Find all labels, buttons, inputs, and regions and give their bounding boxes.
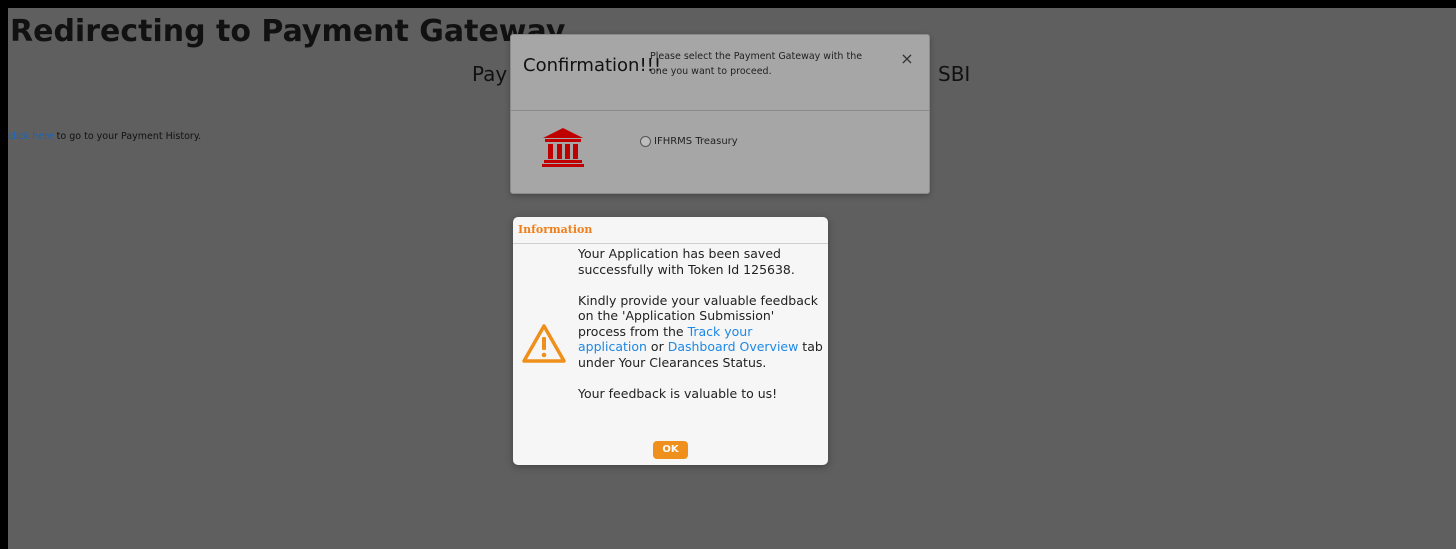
payment-history-link[interactable]: click here bbox=[8, 131, 54, 142]
subtitle-right: SBI bbox=[938, 62, 971, 86]
confirmation-header: Confirmation!!! Please select the Paymen… bbox=[511, 35, 929, 111]
saved-message: Your Application has been saved successf… bbox=[578, 246, 795, 277]
thanks-message: Your feedback is valuable to us! bbox=[578, 385, 778, 401]
payment-history-text: to go to your Payment History. bbox=[53, 131, 202, 142]
gateway-option-ifhrms[interactable]: IFHRMS Treasury bbox=[640, 136, 738, 147]
dashboard-overview-link[interactable]: Dashboard Overview bbox=[668, 339, 799, 354]
bank-icon bbox=[542, 128, 584, 167]
gateway-radio[interactable] bbox=[640, 136, 651, 147]
feedback-message: Kindly provide your valuable feedback on… bbox=[578, 293, 824, 371]
information-body: Your Application has been saved successf… bbox=[578, 246, 824, 417]
confirmation-modal: Confirmation!!! Please select the Paymen… bbox=[510, 34, 930, 194]
warning-icon bbox=[522, 324, 566, 363]
subtitle-left: Pay bbox=[472, 62, 508, 86]
ok-button[interactable]: OK bbox=[653, 441, 688, 459]
information-dialog: Information Your Application has been sa… bbox=[513, 217, 828, 465]
feedback-text-or: or bbox=[646, 339, 668, 354]
confirmation-message: Please select the Payment Gateway with t… bbox=[650, 51, 863, 77]
payment-history-line: click here to go to your Payment History… bbox=[8, 131, 201, 142]
gateway-option-label: IFHRMS Treasury bbox=[654, 136, 738, 147]
information-title: Information bbox=[513, 217, 828, 244]
close-icon[interactable]: × bbox=[899, 50, 915, 68]
page-background: Redirecting to Payment Gateway Pay SBI c… bbox=[8, 8, 1456, 549]
confirmation-title: Confirmation!!! bbox=[523, 55, 662, 76]
page-title: Redirecting to Payment Gateway bbox=[10, 14, 566, 49]
